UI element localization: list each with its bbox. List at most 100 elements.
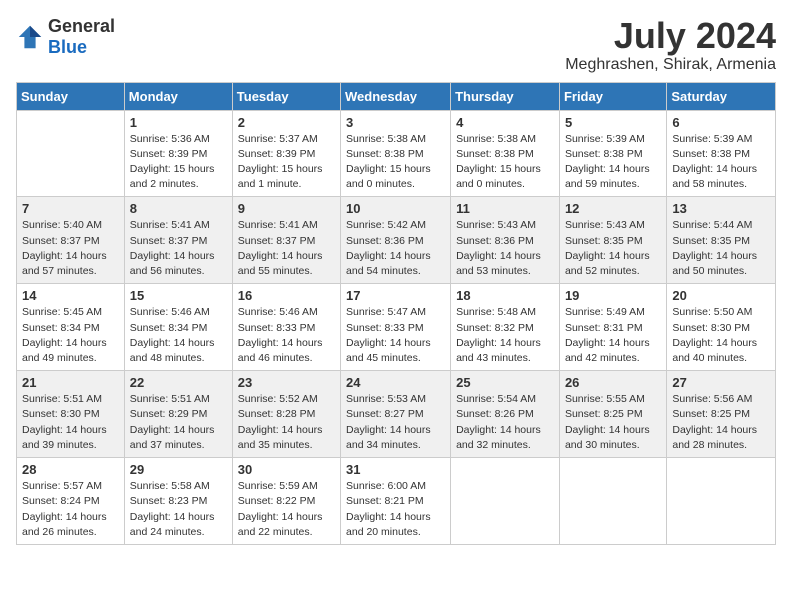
- calendar-cell: 28 Sunrise: 5:57 AMSunset: 8:24 PMDayligh…: [17, 458, 125, 545]
- calendar-cell: 24 Sunrise: 5:53 AMSunset: 8:27 PMDayligh…: [341, 371, 451, 458]
- cell-date-number: 11: [456, 201, 554, 216]
- cell-date-number: 23: [238, 375, 335, 390]
- cell-day-info: Sunrise: 5:58 AMSunset: 8:23 PMDaylight:…: [130, 479, 227, 540]
- cell-date-number: 8: [130, 201, 227, 216]
- cell-date-number: 9: [238, 201, 335, 216]
- calendar-header-row: SundayMondayTuesdayWednesdayThursdayFrid…: [17, 82, 776, 110]
- cell-day-info: Sunrise: 5:56 AMSunset: 8:25 PMDaylight:…: [672, 392, 770, 453]
- location-subtitle: Meghrashen, Shirak, Armenia: [565, 56, 776, 74]
- logo: General Blue: [16, 16, 115, 58]
- cell-day-info: Sunrise: 5:55 AMSunset: 8:25 PMDaylight:…: [565, 392, 661, 453]
- cell-date-number: 28: [22, 462, 119, 477]
- calendar-cell: 8 Sunrise: 5:41 AMSunset: 8:37 PMDaylight…: [124, 197, 232, 284]
- cell-day-info: Sunrise: 5:52 AMSunset: 8:28 PMDaylight:…: [238, 392, 335, 453]
- cell-date-number: 17: [346, 288, 445, 303]
- cell-day-info: Sunrise: 5:46 AMSunset: 8:33 PMDaylight:…: [238, 305, 335, 366]
- cell-day-info: Sunrise: 5:38 AMSunset: 8:38 PMDaylight:…: [456, 132, 554, 193]
- calendar-cell: 25 Sunrise: 5:54 AMSunset: 8:26 PMDayligh…: [451, 371, 560, 458]
- cell-day-info: Sunrise: 5:42 AMSunset: 8:36 PMDaylight:…: [346, 218, 445, 279]
- month-year-title: July 2024: [565, 16, 776, 56]
- cell-day-info: Sunrise: 5:44 AMSunset: 8:35 PMDaylight:…: [672, 218, 770, 279]
- header-day-friday: Friday: [559, 82, 666, 110]
- calendar-cell: 3 Sunrise: 5:38 AMSunset: 8:38 PMDaylight…: [341, 110, 451, 197]
- cell-day-info: Sunrise: 5:41 AMSunset: 8:37 PMDaylight:…: [238, 218, 335, 279]
- cell-day-info: Sunrise: 5:40 AMSunset: 8:37 PMDaylight:…: [22, 218, 119, 279]
- cell-day-info: Sunrise: 5:53 AMSunset: 8:27 PMDaylight:…: [346, 392, 445, 453]
- calendar-cell: 27 Sunrise: 5:56 AMSunset: 8:25 PMDayligh…: [667, 371, 776, 458]
- calendar-cell: 18Sunrise: 5:48 AMSunset: 8:32 PMDayligh…: [451, 284, 560, 371]
- title-section: July 2024 Meghrashen, Shirak, Armenia: [565, 16, 776, 74]
- cell-date-number: 21: [22, 375, 119, 390]
- cell-date-number: 24: [346, 375, 445, 390]
- calendar-cell: 21 Sunrise: 5:51 AMSunset: 8:30 PMDayligh…: [17, 371, 125, 458]
- cell-day-info: Sunrise: 5:38 AMSunset: 8:38 PMDaylight:…: [346, 132, 445, 193]
- cell-day-info: Sunrise: 5:36 AMSunset: 8:39 PMDaylight:…: [130, 132, 227, 193]
- calendar-week-row: 28 Sunrise: 5:57 AMSunset: 8:24 PMDayligh…: [17, 458, 776, 545]
- calendar-cell: 4 Sunrise: 5:38 AMSunset: 8:38 PMDaylight…: [451, 110, 560, 197]
- cell-day-info: Sunrise: 5:45 AMSunset: 8:34 PMDaylight:…: [22, 305, 119, 366]
- cell-day-info: Sunrise: 5:51 AMSunset: 8:29 PMDaylight:…: [130, 392, 227, 453]
- cell-date-number: 25: [456, 375, 554, 390]
- cell-date-number: 30: [238, 462, 335, 477]
- calendar-cell: 10 Sunrise: 5:42 AMSunset: 8:36 PMDayligh…: [341, 197, 451, 284]
- cell-day-info: Sunrise: 5:46 AMSunset: 8:34 PMDaylight:…: [130, 305, 227, 366]
- cell-date-number: 22: [130, 375, 227, 390]
- cell-date-number: 10: [346, 201, 445, 216]
- cell-date-number: 31: [346, 462, 445, 477]
- cell-date-number: 3: [346, 115, 445, 130]
- header-day-monday: Monday: [124, 82, 232, 110]
- cell-day-info: Sunrise: 5:39 AMSunset: 8:38 PMDaylight:…: [672, 132, 770, 193]
- calendar-cell: [451, 458, 560, 545]
- cell-day-info: Sunrise: 5:54 AMSunset: 8:26 PMDaylight:…: [456, 392, 554, 453]
- cell-day-info: Sunrise: 5:47 AMSunset: 8:33 PMDaylight:…: [346, 305, 445, 366]
- cell-day-info: Sunrise: 5:43 AMSunset: 8:36 PMDaylight:…: [456, 218, 554, 279]
- cell-day-info: Sunrise: 5:51 AMSunset: 8:30 PMDaylight:…: [22, 392, 119, 453]
- cell-date-number: 13: [672, 201, 770, 216]
- cell-day-info: Sunrise: 5:59 AMSunset: 8:22 PMDaylight:…: [238, 479, 335, 540]
- cell-date-number: 20: [672, 288, 770, 303]
- cell-date-number: 2: [238, 115, 335, 130]
- calendar-cell: 7Sunrise: 5:40 AMSunset: 8:37 PMDaylight…: [17, 197, 125, 284]
- calendar-cell: 20 Sunrise: 5:50 AMSunset: 8:30 PMDayligh…: [667, 284, 776, 371]
- calendar-cell: 30 Sunrise: 5:59 AMSunset: 8:22 PMDayligh…: [232, 458, 340, 545]
- calendar-cell: 15 Sunrise: 5:46 AMSunset: 8:34 PMDayligh…: [124, 284, 232, 371]
- calendar-cell: 5Sunrise: 5:39 AMSunset: 8:38 PMDaylight…: [559, 110, 666, 197]
- calendar-cell: 23 Sunrise: 5:52 AMSunset: 8:28 PMDayligh…: [232, 371, 340, 458]
- cell-date-number: 26: [565, 375, 661, 390]
- cell-day-info: Sunrise: 5:48 AMSunset: 8:32 PMDaylight:…: [456, 305, 554, 366]
- calendar-week-row: 14 Sunrise: 5:45 AMSunset: 8:34 PMDayligh…: [17, 284, 776, 371]
- cell-date-number: 14: [22, 288, 119, 303]
- cell-day-info: Sunrise: 5:43 AMSunset: 8:35 PMDaylight:…: [565, 218, 661, 279]
- calendar-cell: 16 Sunrise: 5:46 AMSunset: 8:33 PMDayligh…: [232, 284, 340, 371]
- cell-day-info: Sunrise: 5:50 AMSunset: 8:30 PMDaylight:…: [672, 305, 770, 366]
- cell-date-number: 15: [130, 288, 227, 303]
- calendar-cell: 9 Sunrise: 5:41 AMSunset: 8:37 PMDaylight…: [232, 197, 340, 284]
- cell-date-number: 4: [456, 115, 554, 130]
- calendar-cell: 6Sunrise: 5:39 AMSunset: 8:38 PMDaylight…: [667, 110, 776, 197]
- logo-general-text: General: [48, 16, 115, 36]
- cell-date-number: 19: [565, 288, 661, 303]
- calendar-cell: 26 Sunrise: 5:55 AMSunset: 8:25 PMDayligh…: [559, 371, 666, 458]
- calendar-cell: 11 Sunrise: 5:43 AMSunset: 8:36 PMDayligh…: [451, 197, 560, 284]
- calendar-week-row: 1 Sunrise: 5:36 AMSunset: 8:39 PMDaylight…: [17, 110, 776, 197]
- calendar-cell: 2Sunrise: 5:37 AMSunset: 8:39 PMDaylight…: [232, 110, 340, 197]
- cell-day-info: Sunrise: 5:49 AMSunset: 8:31 PMDaylight:…: [565, 305, 661, 366]
- calendar-table: SundayMondayTuesdayWednesdayThursdayFrid…: [16, 82, 776, 545]
- calendar-cell: 19 Sunrise: 5:49 AMSunset: 8:31 PMDayligh…: [559, 284, 666, 371]
- header-day-tuesday: Tuesday: [232, 82, 340, 110]
- page-header: General Blue July 2024 Meghrashen, Shira…: [16, 16, 776, 74]
- calendar-cell: 22 Sunrise: 5:51 AMSunset: 8:29 PMDayligh…: [124, 371, 232, 458]
- calendar-week-row: 21 Sunrise: 5:51 AMSunset: 8:30 PMDayligh…: [17, 371, 776, 458]
- cell-day-info: Sunrise: 5:41 AMSunset: 8:37 PMDaylight:…: [130, 218, 227, 279]
- cell-date-number: 1: [130, 115, 227, 130]
- calendar-cell: 12 Sunrise: 5:43 AMSunset: 8:35 PMDayligh…: [559, 197, 666, 284]
- cell-date-number: 5: [565, 115, 661, 130]
- cell-date-number: 12: [565, 201, 661, 216]
- cell-date-number: 29: [130, 462, 227, 477]
- cell-date-number: 16: [238, 288, 335, 303]
- logo-blue-text: Blue: [48, 37, 87, 57]
- cell-day-info: Sunrise: 5:57 AMSunset: 8:24 PMDaylight:…: [22, 479, 119, 540]
- cell-date-number: 27: [672, 375, 770, 390]
- calendar-cell: [17, 110, 125, 197]
- calendar-cell: 29 Sunrise: 5:58 AMSunset: 8:23 PMDayligh…: [124, 458, 232, 545]
